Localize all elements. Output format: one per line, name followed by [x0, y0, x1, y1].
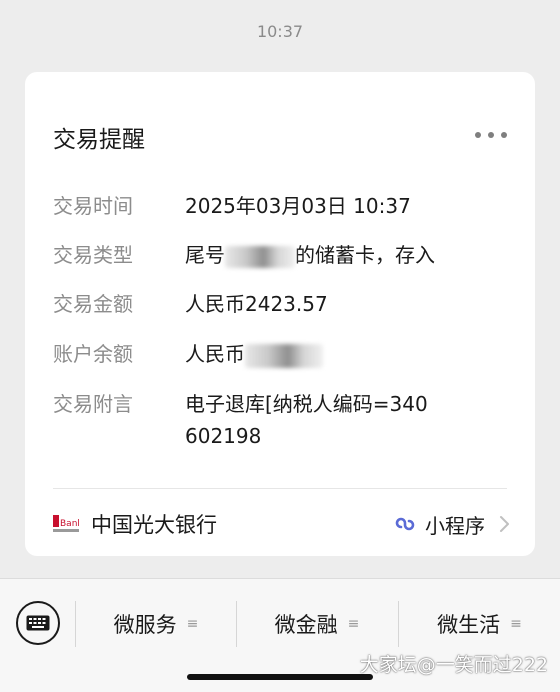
- transaction-card[interactable]: 交易提醒 交易时间 2025年03月03日 10:37 交易类型 尾号 的储蓄卡，…: [25, 72, 535, 556]
- row-value: 电子退库[纳税人编码=340602198: [185, 392, 428, 448]
- more-dots-icon[interactable]: [475, 124, 507, 146]
- menu-list-icon: ≡: [186, 616, 199, 632]
- card-footer[interactable]: Bank 中国光大银行 小程序: [53, 506, 511, 542]
- row-label: 交易时间: [53, 194, 133, 218]
- menu-label: 微生活: [437, 613, 501, 637]
- row-label: 交易类型: [53, 243, 133, 267]
- bank-name: 中国光大银行: [91, 513, 217, 537]
- menu-list-icon: ≡: [347, 616, 360, 632]
- redacted-card-number: [225, 245, 295, 268]
- row-value: 尾号 的储蓄卡，存入: [185, 243, 435, 268]
- card-title: 交易提醒: [53, 127, 145, 153]
- row-value: 人民币: [185, 338, 515, 370]
- keyboard-icon[interactable]: [16, 601, 60, 645]
- bank-logo-icon: Bank: [53, 515, 79, 532]
- card-divider: [53, 488, 507, 489]
- redacted-balance: [245, 343, 323, 368]
- row-label: 交易附言: [53, 392, 133, 416]
- chevron-right-icon: [500, 516, 509, 532]
- chat-timestamp: 10:37: [256, 22, 304, 41]
- menu-micro-life[interactable]: 微生活 ≡: [399, 601, 560, 647]
- row-value: 2025年03月03日 10:37: [185, 194, 411, 218]
- home-indicator: [187, 674, 373, 680]
- menu-micro-service[interactable]: 微服务 ≡: [76, 601, 236, 647]
- mini-program-link[interactable]: 小程序: [393, 510, 511, 539]
- mini-program-label: 小程序: [425, 513, 485, 538]
- menu-micro-finance[interactable]: 微金融 ≡: [237, 601, 397, 647]
- watermark: 大家坛@一笑而过222: [359, 654, 548, 676]
- svg-text:Bank: Bank: [60, 519, 79, 529]
- menu-list-icon: ≡: [510, 616, 522, 632]
- row-label: 账户余额: [53, 342, 133, 366]
- menu-label: 微服务: [113, 613, 177, 637]
- row-value: 人民币2423.57: [185, 292, 328, 316]
- mini-program-icon: [395, 517, 415, 531]
- menu-label: 微金融: [274, 613, 338, 637]
- row-label: 交易金额: [53, 292, 133, 316]
